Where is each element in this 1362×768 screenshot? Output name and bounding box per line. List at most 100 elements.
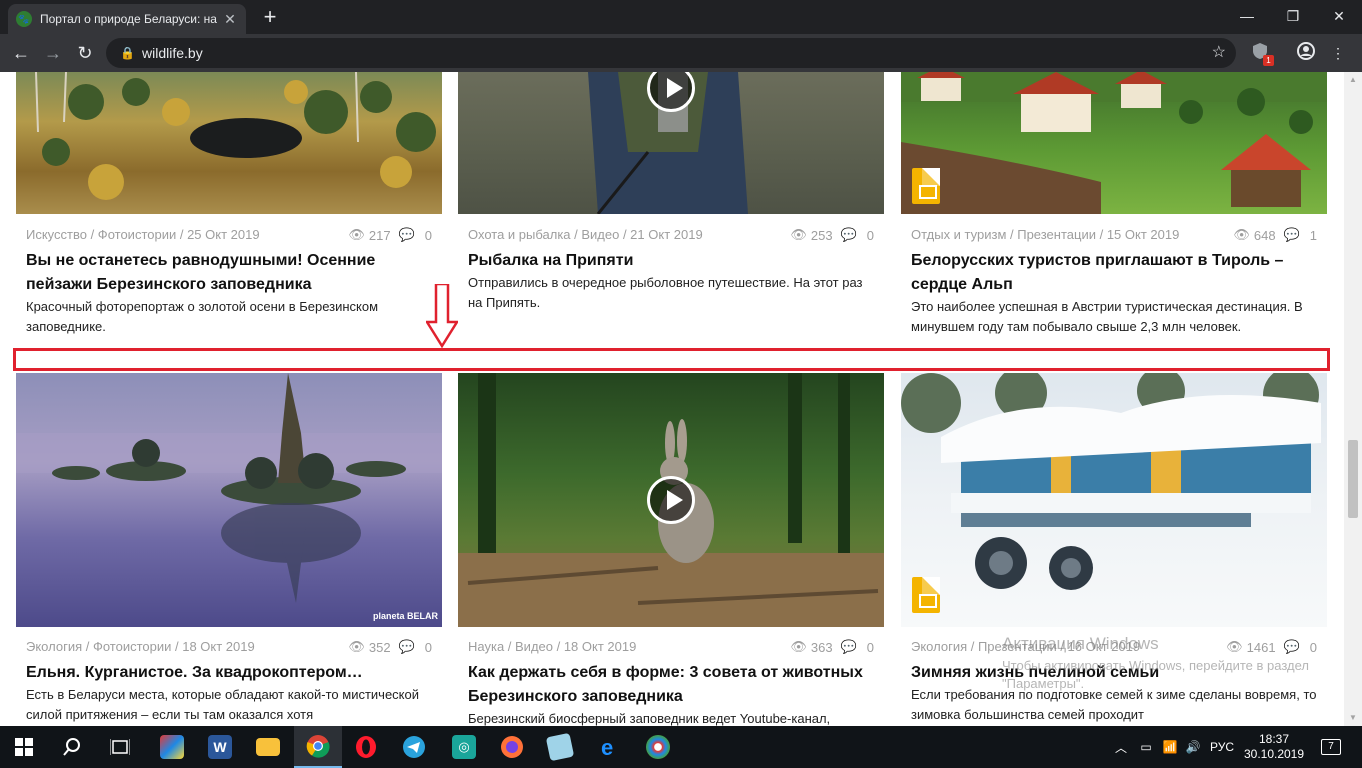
comment-count: 0 (866, 639, 874, 655)
notification-count: 7 (1321, 739, 1341, 755)
extension-badge: 1 (1263, 55, 1274, 66)
start-button[interactable] (0, 726, 48, 768)
paw-favicon-icon: 🐾 (16, 11, 32, 27)
presentation-icon (912, 577, 940, 613)
view-count: 253 (810, 227, 833, 243)
article-image-autumn[interactable] (16, 72, 442, 214)
article-category[interactable]: Охота и рыбалка / Видео / 21 Окт 2019 (468, 227, 703, 243)
comment-icon: 💬 (1283, 227, 1300, 242)
bookmark-star-icon[interactable]: ☆ (1212, 38, 1226, 68)
view-count: 1461 (1246, 639, 1276, 655)
url-text: wildlife.by (142, 45, 203, 61)
article-category[interactable]: Искусство / Фотоистории / 25 Окт 2019 (26, 227, 260, 243)
article-title[interactable]: Вы не останетесь равнодушными! Осенние п… (26, 249, 432, 297)
eye-icon: 👁 (348, 639, 365, 654)
language-indicator[interactable]: РУС (1206, 726, 1238, 768)
tray-expand-icon[interactable]: ︿ (1110, 726, 1132, 768)
palette-app-icon[interactable] (634, 726, 682, 768)
eye-icon: 👁 (790, 227, 807, 242)
word-app-icon[interactable]: W (196, 726, 244, 768)
close-window-button[interactable]: ✕ (1316, 2, 1362, 30)
shield-extension-icon[interactable]: 1 (1250, 42, 1274, 66)
article-description: Красочный фоторепортаж о золотой осени в… (26, 299, 379, 334)
menu-dots-icon[interactable]: ⋮ (1328, 42, 1348, 64)
scroll-down-icon[interactable]: ▼ (1344, 710, 1362, 726)
new-tab-button[interactable]: + (258, 6, 282, 30)
search-icon[interactable] (48, 726, 96, 768)
minimize-button[interactable]: — (1224, 2, 1270, 30)
task-view-icon[interactable] (96, 726, 144, 768)
article-card[interactable]: planeta BELAR Экология / Фотоистории / 1… (16, 373, 442, 722)
wifi-icon[interactable]: 📶 (1158, 726, 1182, 768)
comment-count: 0 (424, 227, 432, 243)
article-title[interactable]: Как держать себя в форме: 3 совета от жи… (468, 661, 874, 709)
article-image-tyrol[interactable] (901, 72, 1327, 214)
file-explorer-icon[interactable] (244, 726, 292, 768)
article-category[interactable]: Экология / Фотоистории / 18 Окт 2019 (26, 639, 255, 655)
volume-icon[interactable]: 🔊 (1182, 726, 1204, 768)
back-arrow-icon[interactable]: ← (8, 40, 34, 66)
comment-count: 1 (1309, 227, 1317, 243)
tab-title: Портал о природе Беларуси: на (40, 12, 217, 26)
article-description: Березинский биосферный заповедник ведет … (468, 711, 831, 726)
article-category[interactable]: Наука / Видео / 18 Окт 2019 (468, 639, 636, 655)
article-meta: Отдых и туризм / Презентации / 15 Окт 20… (911, 227, 1317, 243)
article-image-hare[interactable] (458, 373, 884, 627)
scroll-up-icon[interactable]: ▲ (1344, 72, 1362, 88)
comment-icon: 💬 (398, 639, 415, 654)
scrollbar-thumb[interactable] (1348, 440, 1358, 518)
telegram-app-icon[interactable] (390, 726, 438, 768)
browser-toolbar: ← → ↻ 🔒 wildlife.by ☆ 1 ⋮ (0, 34, 1362, 72)
article-category[interactable]: Отдых и туризм / Презентации / 15 Окт 20… (911, 227, 1179, 243)
clock[interactable]: 18:37 30.10.2019 (1242, 726, 1306, 768)
presentation-icon (912, 168, 940, 204)
chrome-app-icon[interactable] (294, 726, 342, 768)
article-title[interactable]: Ельня. Курганистое. За квадрокоптером… (26, 661, 432, 685)
article-meta: Охота и рыбалка / Видео / 21 Окт 2019 👁 2… (468, 227, 874, 243)
view-count: 217 (368, 227, 391, 243)
article-title[interactable]: Белорусских туристов приглашают в Тироль… (911, 249, 1317, 297)
edge-app-icon[interactable]: e (586, 726, 634, 768)
browser-tab[interactable]: 🐾 Портал о природе Беларуси: на ✕ (8, 4, 246, 34)
article-description: Это наиболее успешная в Австрии туристич… (911, 299, 1303, 334)
opera-app-icon[interactable] (342, 726, 390, 768)
address-bar[interactable]: 🔒 wildlife.by ☆ (106, 38, 1236, 68)
comment-count: 0 (424, 639, 432, 655)
article-card[interactable]: Искусство / Фотоистории / 25 Окт 2019 👁 2… (16, 72, 442, 334)
article-image-yelnya[interactable]: planeta BELAR (16, 373, 442, 627)
view-count: 648 (1253, 227, 1276, 243)
article-title[interactable]: Рыбалка на Припяти (468, 249, 874, 273)
article-image-beehives[interactable] (901, 373, 1327, 627)
highlight-box (13, 348, 1330, 371)
web-page: Искусство / Фотоистории / 25 Окт 2019 👁 2… (0, 72, 1344, 726)
comment-count: 0 (866, 227, 874, 243)
article-image-fishing[interactable] (458, 72, 884, 214)
comment-icon: 💬 (840, 639, 857, 654)
notes-app-icon[interactable] (536, 726, 584, 768)
firefox-app-icon[interactable] (488, 726, 536, 768)
forward-arrow-icon[interactable]: → (40, 40, 66, 66)
article-description: Есть в Беларуси места, которые обладают … (26, 687, 420, 722)
tab-close-icon[interactable]: ✕ (222, 11, 238, 28)
clock-time: 18:37 (1258, 732, 1290, 746)
view-count: 352 (368, 639, 391, 655)
play-video-icon[interactable] (647, 476, 695, 524)
article-meta: Экология / Фотоистории / 18 Окт 2019 👁 35… (26, 639, 432, 655)
maximize-button[interactable]: ❐ (1270, 2, 1316, 30)
image-watermark: planeta BELAR (372, 611, 438, 621)
article-card[interactable]: Экология / Презентации / 16 Окт 2019 👁 14… (901, 373, 1327, 722)
page-scrollbar[interactable]: ▲ ▼ (1344, 72, 1362, 726)
reload-icon[interactable]: ↻ (72, 40, 98, 66)
screenshot-app-icon[interactable]: ◎ (440, 726, 488, 768)
windows-activation-text: Чтобы активировать Windows, перейдите в … (1002, 658, 1309, 691)
article-card[interactable]: Отдых и туризм / Презентации / 15 Окт 20… (901, 72, 1327, 334)
article-meta: Искусство / Фотоистории / 25 Окт 2019 👁 2… (26, 227, 432, 243)
comment-icon: 💬 (1283, 639, 1300, 654)
account-icon[interactable] (1296, 42, 1316, 64)
notifications-icon[interactable]: 7 (1316, 726, 1346, 768)
article-card[interactable]: Наука / Видео / 18 Окт 2019 👁 363 💬 0 Как д… (458, 373, 884, 726)
article-card[interactable]: Охота и рыбалка / Видео / 21 Окт 2019 👁 2… (458, 72, 884, 310)
paint-app-icon[interactable] (148, 726, 196, 768)
article-meta: Наука / Видео / 18 Окт 2019 👁 363 💬 0 (468, 639, 874, 655)
network-icon[interactable]: ▭ (1134, 726, 1158, 768)
